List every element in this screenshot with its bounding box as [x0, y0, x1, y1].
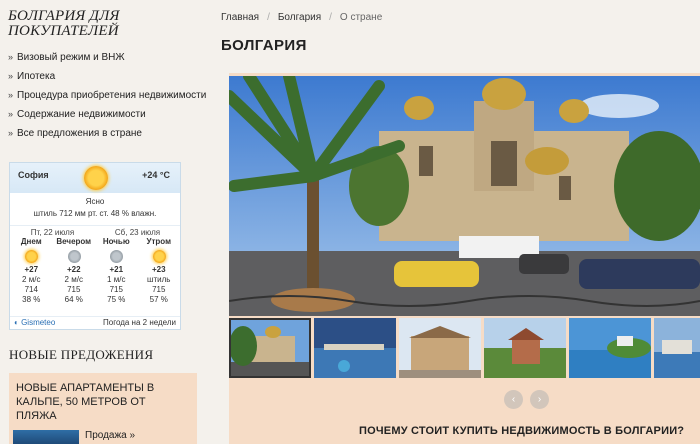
photo-slider: ‹ › ПОЧЕМУ СТОИТ КУПИТЬ НЕДВИЖИМОСТЬ В Б…: [229, 73, 700, 444]
why-buy-heading: ПОЧЕМУ СТОИТ КУПИТЬ НЕДВИЖИМОСТЬ В БОЛГА…: [359, 425, 685, 437]
sun-icon: [84, 166, 108, 190]
sidebar-link-all-offers[interactable]: » Все предложения в стране: [8, 124, 197, 143]
main-photo[interactable]: [229, 76, 700, 316]
thumbnail-6[interactable]: [654, 318, 700, 378]
chevron-left-icon: ‹: [511, 394, 516, 405]
sidebar-link-maintenance[interactable]: » Содержание недвижимости: [8, 105, 197, 124]
slider-next-button[interactable]: ›: [530, 390, 549, 409]
sidebar-link-procedure[interactable]: » Процедура приобретения недвижимости: [8, 86, 206, 105]
weather-forecast: Днем +27 2 м/с 714 38 % Вечером +22 2 м/…: [10, 237, 180, 305]
gismeteo-logo-icon: ◐: [14, 318, 22, 327]
forecast-evening: Вечером +22 2 м/с 715 64 %: [56, 237, 92, 304]
forecast-night: Ночью +21 1 м/с 715 75 %: [102, 237, 130, 304]
sun-icon: [25, 250, 39, 263]
breadcrumb-current: О стране: [339, 12, 383, 23]
thumbnail-4[interactable]: [484, 318, 566, 378]
gismeteo-link[interactable]: ◐ Gismeteo: [14, 317, 55, 329]
promo-title[interactable]: НОВЫЕ АПАРТАМЕНТЫ В КАЛЬПЕ, 50 МЕТРОВ ОТ…: [16, 381, 190, 423]
weather-date-1: Пт, 22 июля: [30, 228, 75, 237]
weather-dates: Пт, 22 июля Сб, 23 июля: [10, 225, 180, 237]
weather-city: София: [18, 170, 49, 180]
chevron-right-icon: »: [8, 71, 14, 81]
breadcrumb-home[interactable]: Главная: [221, 12, 259, 23]
chevron-right-icon: »: [8, 109, 14, 119]
breadcrumb-bulgaria[interactable]: Болгария: [278, 12, 321, 23]
sun-icon: [152, 250, 166, 263]
new-offers-title: НОВЫЕ ПРЕДОЖЕНИЯ: [9, 347, 154, 362]
thumbnail-5[interactable]: [569, 318, 651, 378]
weather-header: София +24 °C: [10, 163, 180, 193]
forecast-day: Днем +27 2 м/с 714 38 %: [20, 237, 42, 304]
thumbnail-2[interactable]: [314, 318, 396, 378]
sidebar-link-mortgage[interactable]: » Ипотека: [8, 67, 197, 86]
slider-prev-button[interactable]: ‹: [504, 390, 523, 409]
moon-icon: [110, 250, 124, 263]
sidebar-links: » Визовый режим и ВНЖ » Ипотека » Процедура…: [8, 48, 206, 143]
promo-sale-link[interactable]: Продажа »: [85, 430, 135, 441]
weather-details: штиль 712 мм рт. ст. 48 % влажн.: [33, 209, 157, 218]
chevron-right-icon: »: [8, 128, 14, 138]
thumbnail-3[interactable]: [399, 318, 481, 378]
weather-condition: Ясно: [85, 197, 105, 206]
thumbnail-1[interactable]: [229, 318, 311, 378]
moon-icon: [67, 250, 81, 263]
weather-date-2: Сб, 23 июля: [114, 228, 161, 237]
promo-image[interactable]: [13, 430, 79, 444]
weather-footer: ◐ Gismeteo Погода на 2 недели: [10, 316, 180, 329]
weather-temp: +24 °C: [142, 170, 170, 180]
two-week-forecast-link[interactable]: Погода на 2 недели: [103, 317, 176, 329]
weather-widget[interactable]: София +24 °C Ясно штиль 712 мм рт. ст. 4…: [9, 162, 181, 330]
forecast-morning: Утром +23 штиль 715 57 %: [146, 237, 171, 304]
sidebar-title: БОЛГАРИЯ ДЛЯ ПОКУПАТЕЛЕЙ: [8, 8, 120, 39]
thumbnail-strip: [229, 318, 700, 378]
promo-card[interactable]: НОВЫЕ АПАРТАМЕНТЫ В КАЛЬПЕ, 50 МЕТРОВ ОТ…: [9, 373, 197, 444]
chevron-right-icon: »: [8, 52, 14, 62]
chevron-right-icon: »: [8, 90, 14, 100]
page-title: БОЛГАРИЯ: [221, 37, 307, 54]
breadcrumb: Главная / Болгария / О стране: [221, 12, 383, 23]
chevron-right-icon: ›: [537, 394, 542, 405]
sidebar-link-visa[interactable]: » Визовый режим и ВНЖ: [8, 48, 197, 67]
